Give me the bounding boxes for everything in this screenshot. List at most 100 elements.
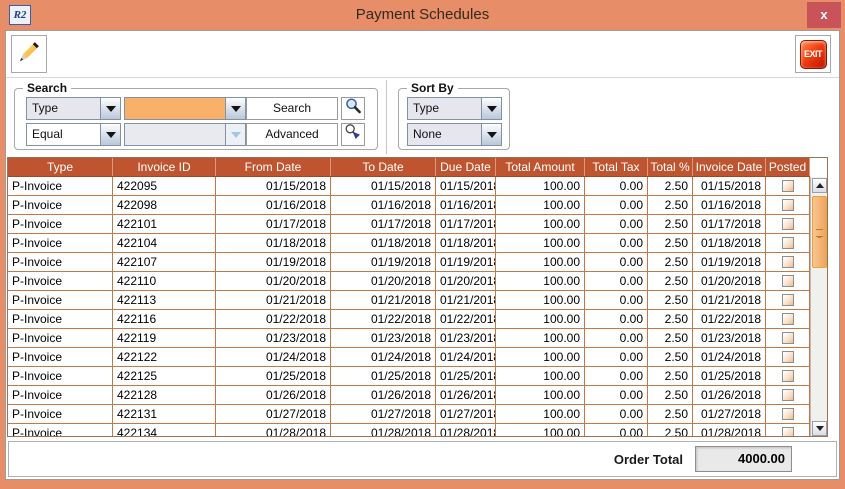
cell-total_tax: 0.00: [585, 234, 648, 252]
table-body: P-Invoice42209501/15/201801/15/201801/15…: [8, 177, 810, 437]
table-row[interactable]: P-Invoice42209801/16/201801/16/201801/16…: [8, 196, 810, 215]
order-total-value: 4000.00: [695, 446, 792, 472]
cell-total_amount: 100.00: [496, 177, 585, 195]
table-row[interactable]: P-Invoice42212201/24/201801/24/201801/24…: [8, 348, 810, 367]
cell-due_date: 01/16/2018: [436, 196, 496, 214]
column-header-from_date[interactable]: From Date: [216, 158, 331, 176]
cell-total_tax: 0.00: [585, 348, 648, 366]
magnifier-icon: [344, 97, 362, 120]
chevron-down-icon: [225, 124, 245, 145]
table-row[interactable]: P-Invoice42213401/28/201801/28/201801/28…: [8, 424, 810, 437]
cell-from_date: 01/19/2018: [216, 253, 331, 271]
cell-type: P-Invoice: [8, 177, 113, 195]
table-row[interactable]: P-Invoice42209501/15/201801/15/201801/15…: [8, 177, 810, 196]
cell-invoice_id: 422119: [113, 329, 216, 347]
table-row[interactable]: P-Invoice42211601/22/201801/22/201801/22…: [8, 310, 810, 329]
cell-to_date: 01/24/2018: [331, 348, 436, 366]
arrow-down-icon: [816, 426, 824, 431]
search-magnifier-button[interactable]: [341, 97, 365, 120]
advanced-find-button[interactable]: [341, 123, 365, 146]
scroll-down-button[interactable]: [812, 421, 827, 436]
edit-button[interactable]: [11, 35, 47, 73]
advanced-button[interactable]: Advanced: [246, 123, 338, 146]
column-header-invoice_date[interactable]: Invoice Date: [693, 158, 766, 176]
posted-checkbox[interactable]: [782, 389, 794, 401]
exit-button[interactable]: EXIT: [795, 35, 831, 73]
cell-invoice_date: 01/15/2018: [693, 177, 766, 195]
cell-due_date: 01/26/2018: [436, 386, 496, 404]
table-row[interactable]: P-Invoice42211001/20/201801/20/201801/20…: [8, 272, 810, 291]
cell-type: P-Invoice: [8, 234, 113, 252]
table-row[interactable]: P-Invoice42210401/18/201801/18/201801/18…: [8, 234, 810, 253]
cell-invoice_date: 01/20/2018: [693, 272, 766, 290]
table-row[interactable]: P-Invoice42211301/21/201801/21/201801/21…: [8, 291, 810, 310]
cell-invoice_id: 422110: [113, 272, 216, 290]
window-title: Payment Schedules: [0, 0, 845, 30]
chevron-down-icon[interactable]: [100, 124, 120, 145]
column-header-total_tax[interactable]: Total Tax: [585, 158, 648, 176]
cell-due_date: 01/20/2018: [436, 272, 496, 290]
column-header-total_pct[interactable]: Total %: [648, 158, 693, 176]
column-header-to_date[interactable]: To Date: [331, 158, 436, 176]
table-row[interactable]: P-Invoice42211901/23/201801/23/201801/23…: [8, 329, 810, 348]
cell-total_tax: 0.00: [585, 367, 648, 385]
sort-primary-combo[interactable]: Type: [407, 97, 502, 120]
posted-checkbox[interactable]: [782, 351, 794, 363]
posted-checkbox[interactable]: [782, 427, 794, 437]
search-field-combo[interactable]: Type: [26, 97, 121, 120]
cell-total_tax: 0.00: [585, 405, 648, 423]
chevron-down-icon[interactable]: [481, 98, 501, 119]
posted-checkbox[interactable]: [782, 313, 794, 325]
search-value-combo[interactable]: [124, 97, 246, 120]
table-row[interactable]: P-Invoice42212501/25/201801/25/201801/25…: [8, 367, 810, 386]
column-header-posted[interactable]: Posted: [766, 158, 810, 176]
posted-checkbox[interactable]: [782, 199, 794, 211]
cell-from_date: 01/20/2018: [216, 272, 331, 290]
cell-due_date: 01/27/2018: [436, 405, 496, 423]
vertical-scrollbar[interactable]: [810, 177, 827, 437]
posted-checkbox[interactable]: [782, 237, 794, 249]
column-header-invoice_id[interactable]: Invoice ID: [113, 158, 216, 176]
cell-total_pct: 2.50: [648, 272, 693, 290]
table-row[interactable]: P-Invoice42210101/17/201801/17/201801/17…: [8, 215, 810, 234]
posted-checkbox[interactable]: [782, 256, 794, 268]
column-header-type[interactable]: Type: [8, 158, 113, 176]
scrollbar-thumb[interactable]: [812, 196, 827, 268]
chevron-down-icon[interactable]: [225, 98, 245, 119]
cell-type: P-Invoice: [8, 424, 113, 437]
column-header-due_date[interactable]: Due Date: [436, 158, 496, 176]
chevron-down-icon[interactable]: [100, 98, 120, 119]
search-operator-value: Equal: [27, 124, 100, 145]
cell-to_date: 01/26/2018: [331, 386, 436, 404]
posted-checkbox[interactable]: [782, 294, 794, 306]
cell-invoice_date: 01/17/2018: [693, 215, 766, 233]
posted-checkbox[interactable]: [782, 332, 794, 344]
close-button[interactable]: x: [807, 2, 841, 28]
table-row[interactable]: P-Invoice42210701/19/201801/19/201801/19…: [8, 253, 810, 272]
cell-total_pct: 2.50: [648, 386, 693, 404]
posted-cell: [766, 386, 810, 404]
cell-to_date: 01/23/2018: [331, 329, 436, 347]
cell-to_date: 01/25/2018: [331, 367, 436, 385]
search-value2-combo: [124, 123, 246, 146]
chevron-down-icon[interactable]: [481, 124, 501, 145]
sort-secondary-combo[interactable]: None: [407, 123, 502, 146]
search-button[interactable]: Search: [246, 97, 338, 120]
cell-from_date: 01/18/2018: [216, 234, 331, 252]
cell-invoice_id: 422104: [113, 234, 216, 252]
cell-from_date: 01/15/2018: [216, 177, 331, 195]
table-row[interactable]: P-Invoice42213101/27/201801/27/201801/27…: [8, 405, 810, 424]
posted-checkbox[interactable]: [782, 180, 794, 192]
posted-cell: [766, 424, 810, 437]
posted-checkbox[interactable]: [782, 275, 794, 287]
posted-checkbox[interactable]: [782, 370, 794, 382]
posted-checkbox[interactable]: [782, 218, 794, 230]
sort-primary-value: Type: [408, 98, 481, 119]
cell-total_amount: 100.00: [496, 253, 585, 271]
table-row[interactable]: P-Invoice42212801/26/201801/26/201801/26…: [8, 386, 810, 405]
cell-from_date: 01/22/2018: [216, 310, 331, 328]
posted-checkbox[interactable]: [782, 408, 794, 420]
scroll-up-button[interactable]: [812, 178, 827, 193]
search-operator-combo[interactable]: Equal: [26, 123, 121, 146]
column-header-total_amount[interactable]: Total Amount: [496, 158, 585, 176]
